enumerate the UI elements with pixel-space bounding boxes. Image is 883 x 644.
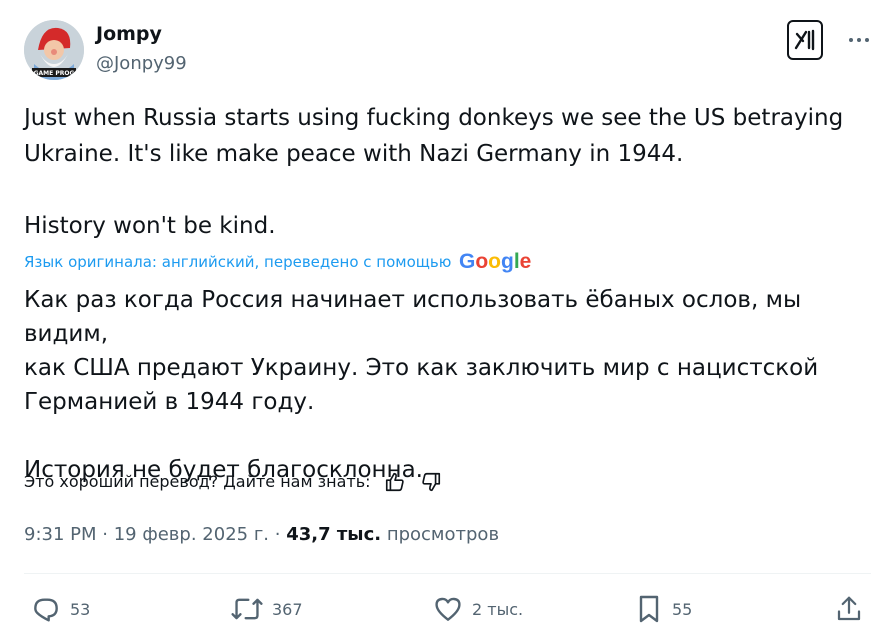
share-icon bbox=[837, 596, 861, 621]
grok-button[interactable] bbox=[787, 20, 823, 60]
translation-source-link[interactable]: Язык оригинала: английский, переведено с… bbox=[24, 250, 533, 274]
repost-count: 367 bbox=[272, 599, 303, 619]
translation-rating: Это хороший перевод? Дайте нам знать: bbox=[24, 470, 443, 494]
google-logo: Google bbox=[459, 250, 533, 274]
tweet-translated-text: Как раз когда Россия начинает использова… bbox=[24, 287, 819, 483]
more-icon bbox=[849, 38, 869, 42]
share-button[interactable] bbox=[834, 592, 872, 626]
like-button[interactable]: 2 тыс. bbox=[432, 592, 523, 626]
translation-label: Язык оригинала: английский, переведено с… bbox=[24, 253, 452, 271]
reply-count: 53 bbox=[70, 599, 91, 619]
reply-icon bbox=[34, 598, 58, 622]
grok-icon bbox=[794, 29, 815, 51]
bookmark-button[interactable]: 55 bbox=[634, 592, 692, 626]
thumbs-down-icon bbox=[421, 472, 440, 492]
tweet-date[interactable]: 19 февр. 2025 г. bbox=[114, 524, 269, 545]
more-button[interactable] bbox=[845, 28, 873, 52]
rate-prompt: Это хороший перевод? Дайте нам знать: bbox=[24, 472, 371, 491]
google-wordmark: Google bbox=[459, 250, 531, 273]
thumbs-down-button[interactable] bbox=[419, 470, 443, 494]
meta-separator: · bbox=[102, 524, 114, 545]
views-count: 43,7 тыс. bbox=[286, 524, 382, 545]
avatar-image: GAME PROG bbox=[24, 20, 84, 80]
tweet-meta: 9:31 PM · 19 февр. 2025 г. · 43,7 тыс. п… bbox=[24, 521, 499, 549]
divider bbox=[24, 573, 871, 574]
repost-button[interactable]: 367 bbox=[230, 592, 303, 626]
reply-button[interactable]: 53 bbox=[30, 592, 90, 626]
repost-icon bbox=[231, 598, 263, 620]
google-logo-graphic: Google bbox=[459, 250, 531, 273]
avatar-caption: GAME PROG bbox=[34, 70, 75, 77]
views-label: просмотров bbox=[386, 524, 500, 545]
tweet-time[interactable]: 9:31 PM bbox=[24, 524, 97, 545]
author-handle[interactable]: @Jonpy99 bbox=[96, 52, 187, 76]
tweet-original-text: Just when Russia starts using fucking do… bbox=[24, 105, 844, 239]
thumbs-up-button[interactable] bbox=[383, 470, 407, 494]
like-count: 2 тыс. bbox=[472, 599, 524, 619]
meta-separator: · bbox=[274, 524, 287, 545]
avatar[interactable]: GAME PROG bbox=[24, 20, 84, 80]
bookmark-count: 55 bbox=[672, 599, 693, 619]
bookmark-icon bbox=[639, 595, 659, 623]
author-name[interactable]: Jompy bbox=[96, 22, 162, 46]
thumbs-up-icon bbox=[385, 472, 404, 492]
like-icon bbox=[435, 597, 461, 621]
